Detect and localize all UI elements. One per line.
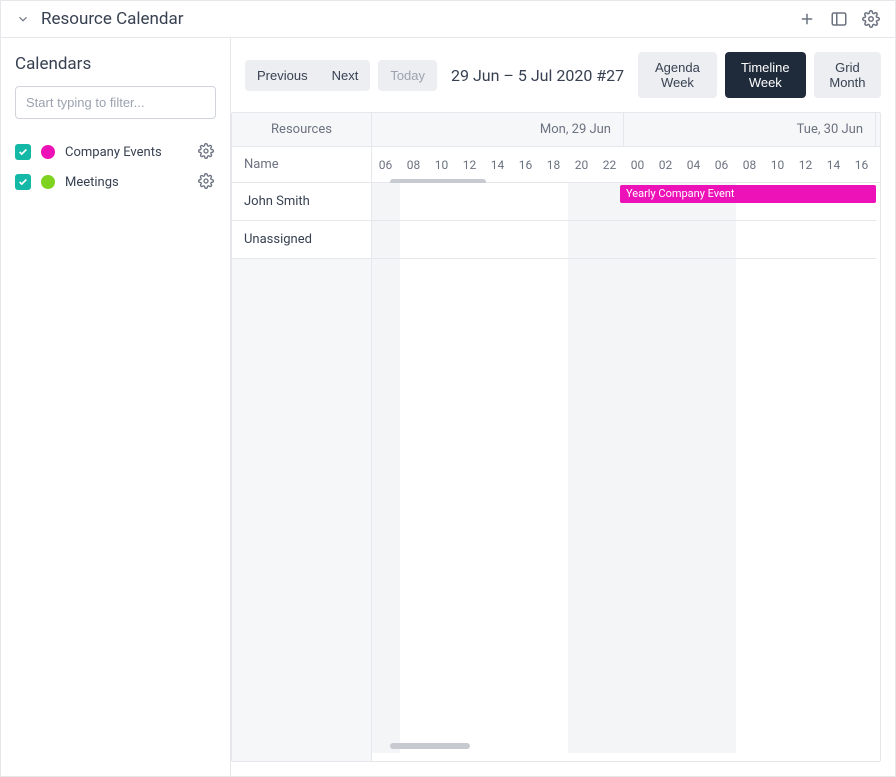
hour-header-cell: 08: [400, 147, 428, 182]
calendar-checkbox[interactable]: [15, 144, 31, 160]
off-hours-shading: [568, 259, 736, 753]
hour-header-cell: 14: [820, 147, 848, 182]
hour-header-cell: 04: [680, 147, 708, 182]
hour-header-cell: 16: [848, 147, 876, 182]
collapse-chevron-icon[interactable]: [15, 11, 31, 27]
calendar-filter-input[interactable]: [15, 86, 216, 119]
calendar-settings-gear-icon[interactable]: [198, 173, 216, 191]
calendar-settings-gear-icon[interactable]: [198, 143, 216, 161]
hour-header-cell: 20: [568, 147, 596, 182]
app-header: Resource Calendar: [1, 1, 895, 38]
timeline-row[interactable]: [372, 221, 876, 259]
hour-header-cell: 02: [652, 147, 680, 182]
view-timeline-week-button[interactable]: Timeline Week: [725, 52, 806, 98]
hour-header-cell: 08: [736, 147, 764, 182]
sidebar: Calendars Company Events Meetings: [1, 38, 231, 776]
hour-header-cell: 22: [596, 147, 624, 182]
calendar-label: Company Events: [65, 145, 188, 160]
hour-header-cell: 16: [512, 147, 540, 182]
resource-row-label: John Smith: [232, 183, 371, 221]
calendar-list-item: Company Events: [15, 137, 216, 167]
resources-column-header: Resources: [232, 113, 371, 147]
day-header: Mon, 29 Jun: [372, 113, 624, 146]
horizontal-scroll-indicator-bottom[interactable]: [390, 743, 470, 749]
hour-header-cell: 12: [456, 147, 484, 182]
hour-header-cell: 06: [372, 147, 400, 182]
settings-gear-icon[interactable]: [861, 9, 881, 29]
off-hours-shading: [568, 221, 736, 258]
off-hours-shading: [372, 259, 400, 753]
view-grid-month-button[interactable]: Grid Month: [814, 52, 881, 98]
calendar-label: Meetings: [65, 175, 188, 190]
hour-header-cell: 10: [428, 147, 456, 182]
calendar-color-dot: [41, 175, 55, 189]
timeline-row[interactable]: Yearly Company Event: [372, 183, 876, 221]
sidebar-title: Calendars: [15, 54, 216, 74]
hour-header-cell: 00: [624, 147, 652, 182]
hour-header-cell: 14: [484, 147, 512, 182]
calendar-list-item: Meetings: [15, 167, 216, 197]
today-button[interactable]: Today: [378, 60, 437, 91]
resource-row-label: Unassigned: [232, 221, 371, 259]
previous-button[interactable]: Previous: [245, 60, 320, 91]
date-range-label: 29 Jun – 5 Jul 2020 #27: [451, 66, 624, 85]
day-header: Tue, 30 Jun: [624, 113, 876, 146]
panel-toggle-icon[interactable]: [829, 9, 849, 29]
calendar-color-dot: [41, 145, 55, 159]
calendar-toolbar: Previous Next Today 29 Jun – 5 Jul 2020 …: [231, 38, 895, 112]
hour-header-cell: 12: [792, 147, 820, 182]
off-hours-shading: [372, 183, 400, 220]
hour-header-cell: 10: [764, 147, 792, 182]
hour-header-cell: 18: [540, 147, 568, 182]
page-title: Resource Calendar: [41, 9, 184, 29]
calendar-event[interactable]: Yearly Company Event: [620, 185, 876, 203]
view-agenda-week-button[interactable]: Agenda Week: [638, 52, 717, 98]
calendar-grid: Resources Name John SmithUnassigned Mon,…: [231, 112, 881, 762]
timeline-empty-area: [372, 259, 880, 753]
calendar-checkbox[interactable]: [15, 174, 31, 190]
add-icon[interactable]: [797, 9, 817, 29]
hour-header-cell: 06: [708, 147, 736, 182]
name-column-header: Name: [232, 147, 371, 183]
next-button[interactable]: Next: [320, 60, 371, 91]
off-hours-shading: [372, 221, 400, 258]
